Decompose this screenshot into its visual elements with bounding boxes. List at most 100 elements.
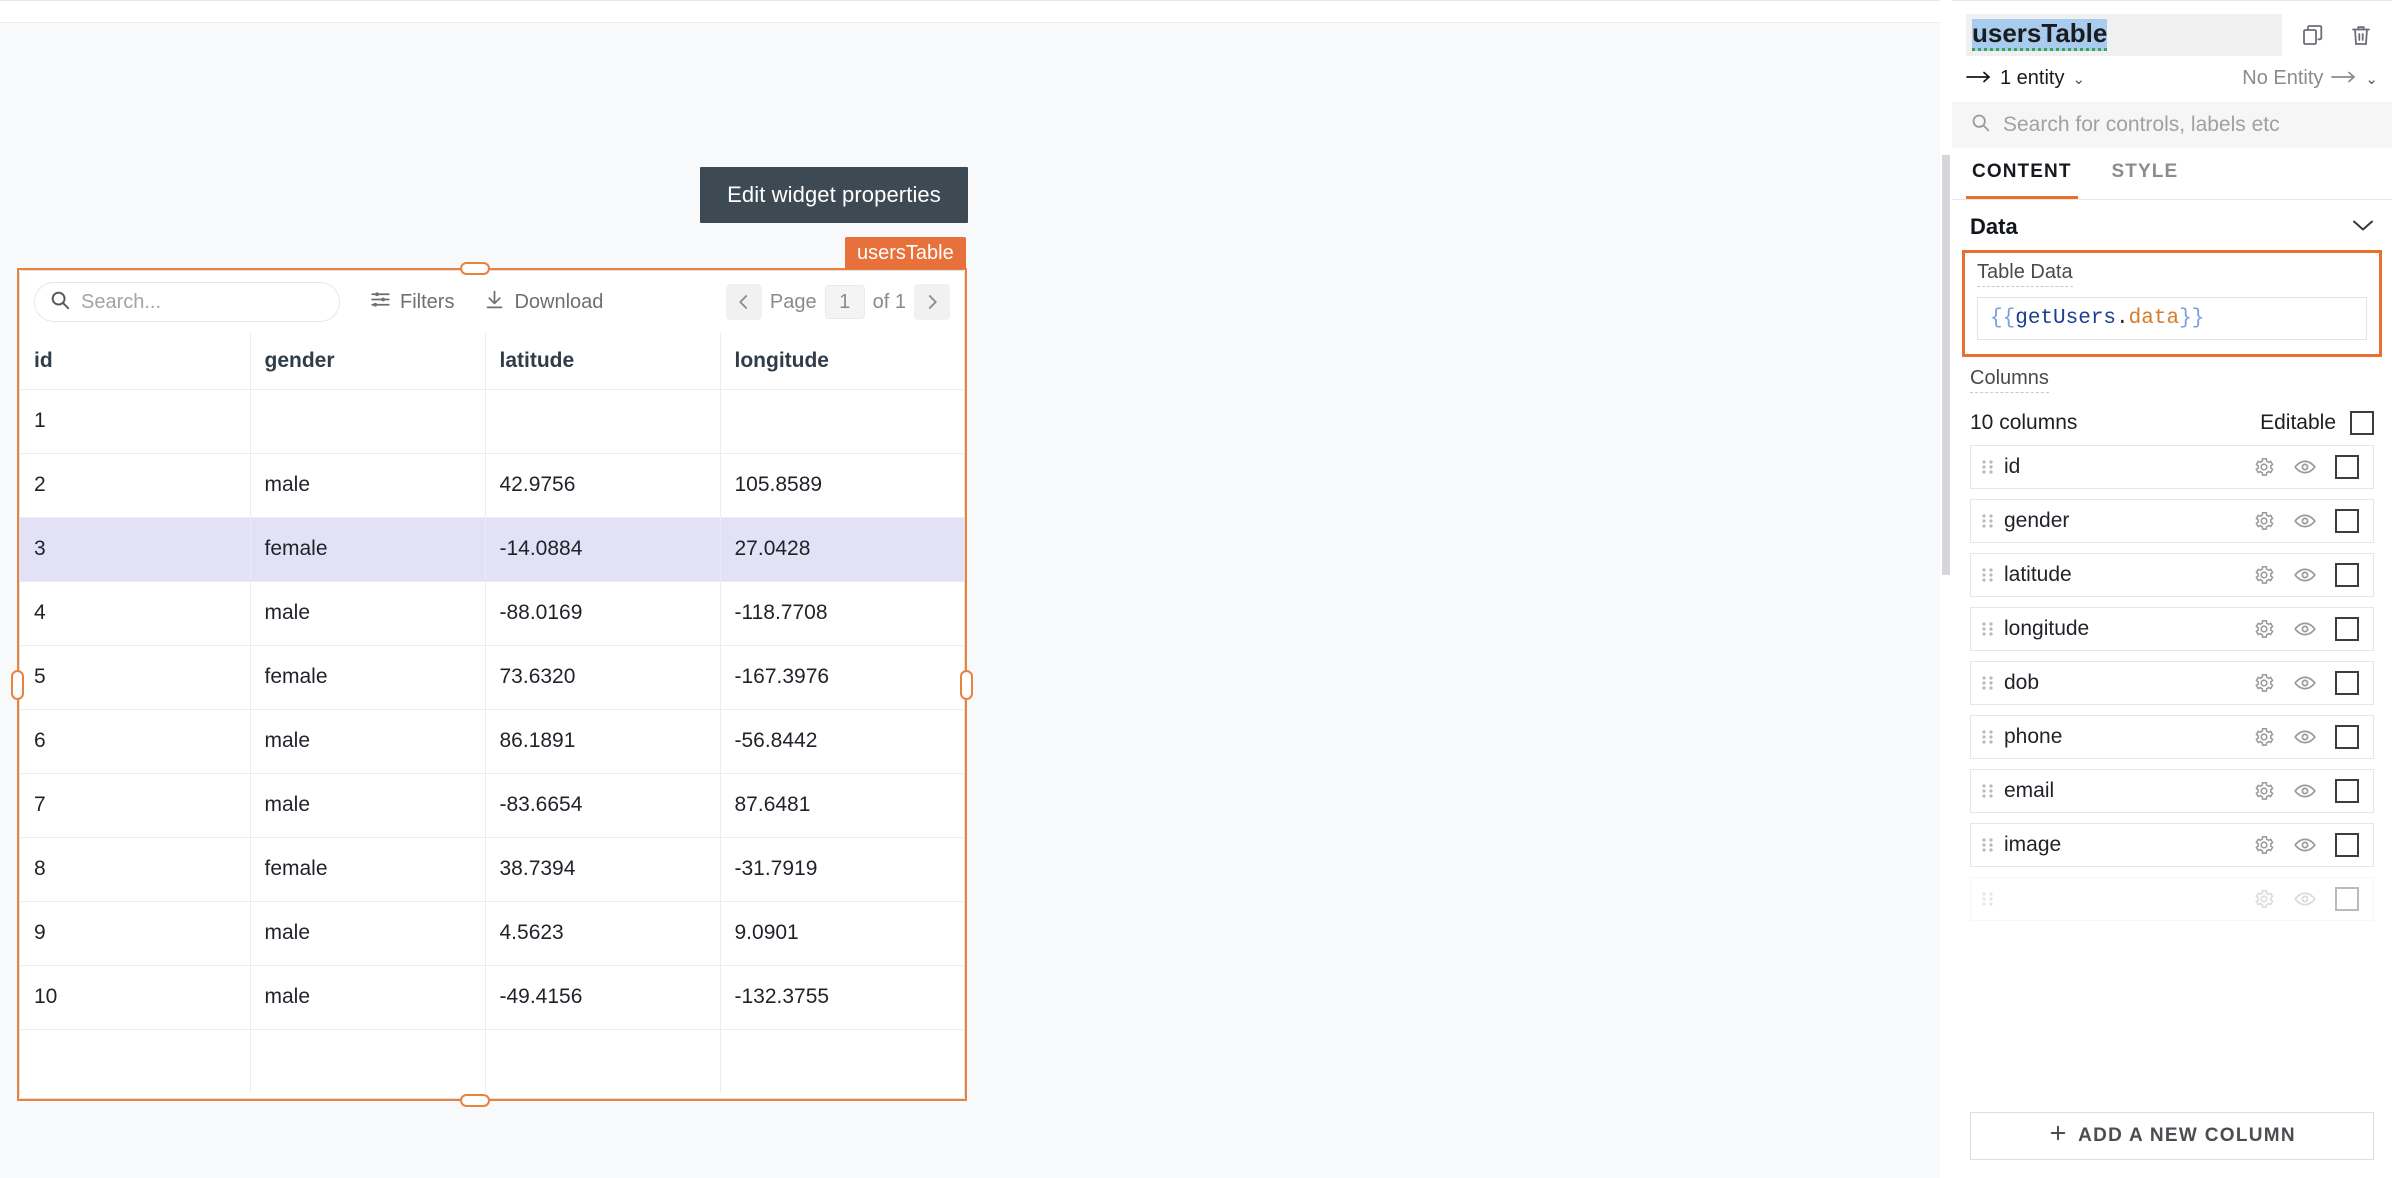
table-data-code-editor[interactable]: {{getUsers.data}} [1977, 297, 2367, 340]
editable-checkbox[interactable] [2350, 411, 2374, 435]
pagination-next-button[interactable] [914, 284, 950, 320]
add-new-column-button[interactable]: ADD A NEW COLUMN [1970, 1112, 2374, 1160]
table-cell-id[interactable]: 2 [20, 452, 251, 517]
column-visibility-checkbox[interactable] [2335, 725, 2359, 749]
tab-style[interactable]: STYLE [2106, 148, 2185, 199]
column-item-gender[interactable]: gender [1970, 499, 2374, 543]
data-section-header[interactable]: Data [1952, 200, 2392, 250]
table-cell-id[interactable]: 6 [20, 708, 251, 773]
table-row[interactable]: 7 male -83.6654 87.6481 [20, 772, 964, 837]
table-cell-longitude[interactable]: -31.7919 [720, 836, 964, 901]
resize-handle-left[interactable] [11, 670, 24, 700]
drag-handle-icon[interactable] [1981, 835, 1995, 855]
incoming-entity-selector[interactable]: 1 entity ⌄ [1966, 67, 2085, 90]
table-filters-button[interactable]: Filters [370, 289, 454, 316]
column-visibility-checkbox[interactable] [2335, 671, 2359, 695]
outgoing-entity-selector[interactable]: No Entity ⌄ [2242, 67, 2378, 90]
gear-icon[interactable] [2253, 780, 2275, 802]
drag-handle-icon[interactable] [1981, 511, 1995, 531]
table-cell-gender[interactable]: female [250, 516, 486, 581]
table-cell-latitude[interactable]: -83.6654 [485, 772, 721, 837]
column-visibility-checkbox[interactable] [2335, 509, 2359, 533]
table-cell-id[interactable]: 5 [20, 644, 251, 709]
table-cell-longitude[interactable] [720, 388, 964, 453]
column-item-latitude[interactable]: latitude [1970, 553, 2374, 597]
eye-icon[interactable] [2293, 617, 2317, 641]
table-download-button[interactable]: Download [484, 289, 603, 316]
widget-name-badge[interactable]: usersTable [845, 237, 966, 269]
eye-icon[interactable] [2293, 509, 2317, 533]
column-item-dob[interactable]: dob [1970, 661, 2374, 705]
table-cell-id[interactable]: 8 [20, 836, 251, 901]
table-cell-latitude[interactable] [485, 1028, 721, 1093]
eye-icon[interactable] [2293, 833, 2317, 857]
gear-icon[interactable] [2253, 726, 2275, 748]
column-item-partial[interactable] [1970, 877, 2374, 921]
column-visibility-checkbox[interactable] [2335, 563, 2359, 587]
table-cell-latitude[interactable]: 38.7394 [485, 836, 721, 901]
users-table-widget[interactable]: Search... Filters Download Page 1 of 1 i… [19, 270, 965, 1099]
eye-icon[interactable] [2293, 671, 2317, 695]
table-cell-latitude[interactable]: 42.9756 [485, 452, 721, 517]
pagination-prev-button[interactable] [725, 284, 762, 320]
pagination-page-input[interactable]: 1 [824, 285, 865, 319]
table-search-input[interactable]: Search... [34, 282, 340, 322]
drag-handle-icon[interactable] [1981, 565, 1995, 585]
table-cell-gender[interactable]: male [250, 580, 486, 645]
table-row[interactable]: 6 male 86.1891 -56.8442 [20, 708, 964, 773]
table-cell-id[interactable]: 3 [20, 516, 251, 581]
table-row[interactable]: 1 [20, 388, 964, 453]
tab-content[interactable]: CONTENT [1966, 148, 2078, 199]
column-item-longitude[interactable]: longitude [1970, 607, 2374, 651]
resize-handle-bottom[interactable] [460, 1094, 490, 1107]
column-visibility-checkbox[interactable] [2335, 779, 2359, 803]
editor-canvas[interactable]: Edit widget properties usersTable Search… [0, 0, 1940, 1178]
table-cell-latitude[interactable] [485, 388, 721, 453]
table-row[interactable]: 5 female 73.6320 -167.3976 [20, 644, 964, 709]
column-item-email[interactable]: email [1970, 769, 2374, 813]
table-cell-gender[interactable]: male [250, 452, 486, 517]
drag-handle-icon[interactable] [1981, 781, 1995, 801]
table-cell-id[interactable]: 10 [20, 964, 251, 1029]
table-cell-latitude[interactable]: 4.5623 [485, 900, 721, 965]
table-row[interactable]: 3 female -14.0884 27.0428 [20, 516, 964, 581]
table-cell-id[interactable]: 7 [20, 772, 251, 837]
drag-handle-icon[interactable] [1981, 727, 1995, 747]
gear-icon[interactable] [2253, 510, 2275, 532]
table-row[interactable]: 2 male 42.9756 105.8589 [20, 452, 964, 517]
column-visibility-checkbox[interactable] [2335, 617, 2359, 641]
table-row[interactable]: 9 male 4.5623 9.0901 [20, 900, 964, 965]
eye-icon[interactable] [2293, 563, 2317, 587]
table-row[interactable]: 8 female 38.7394 -31.7919 [20, 836, 964, 901]
column-visibility-checkbox[interactable] [2335, 833, 2359, 857]
eye-icon[interactable] [2293, 455, 2317, 479]
column-visibility-checkbox[interactable] [2335, 887, 2359, 911]
table-cell-longitude[interactable] [720, 1028, 964, 1093]
canvas-scrollbar[interactable] [1942, 155, 1950, 575]
trash-icon[interactable] [2344, 18, 2378, 52]
drag-handle-icon[interactable] [1981, 673, 1995, 693]
resize-handle-right[interactable] [960, 670, 973, 700]
column-item-image[interactable]: image [1970, 823, 2374, 867]
eye-icon[interactable] [2293, 779, 2317, 803]
eye-icon[interactable] [2293, 887, 2317, 911]
table-cell-latitude[interactable]: 73.6320 [485, 644, 721, 709]
table-cell-longitude[interactable]: 9.0901 [720, 900, 964, 965]
table-cell-id[interactable] [20, 1028, 251, 1093]
gear-icon[interactable] [2253, 672, 2275, 694]
drag-handle-icon[interactable] [1981, 457, 1995, 477]
table-cell-gender[interactable] [250, 1028, 486, 1093]
table-cell-id[interactable]: 1 [20, 388, 251, 453]
table-cell-gender[interactable]: male [250, 772, 486, 837]
gear-icon[interactable] [2253, 564, 2275, 586]
widget-name-input[interactable]: usersTable [1966, 14, 2282, 56]
column-item-id[interactable]: id [1970, 445, 2374, 489]
column-header-gender[interactable]: gender [250, 333, 486, 389]
table-cell-longitude[interactable]: 27.0428 [720, 516, 964, 581]
table-cell-gender[interactable] [250, 388, 486, 453]
gear-icon[interactable] [2253, 618, 2275, 640]
drag-handle-icon[interactable] [1981, 619, 1995, 639]
table-cell-gender[interactable]: male [250, 964, 486, 1029]
table-cell-latitude[interactable]: -49.4156 [485, 964, 721, 1029]
table-row[interactable]: 10 male -49.4156 -132.3755 [20, 964, 964, 1029]
